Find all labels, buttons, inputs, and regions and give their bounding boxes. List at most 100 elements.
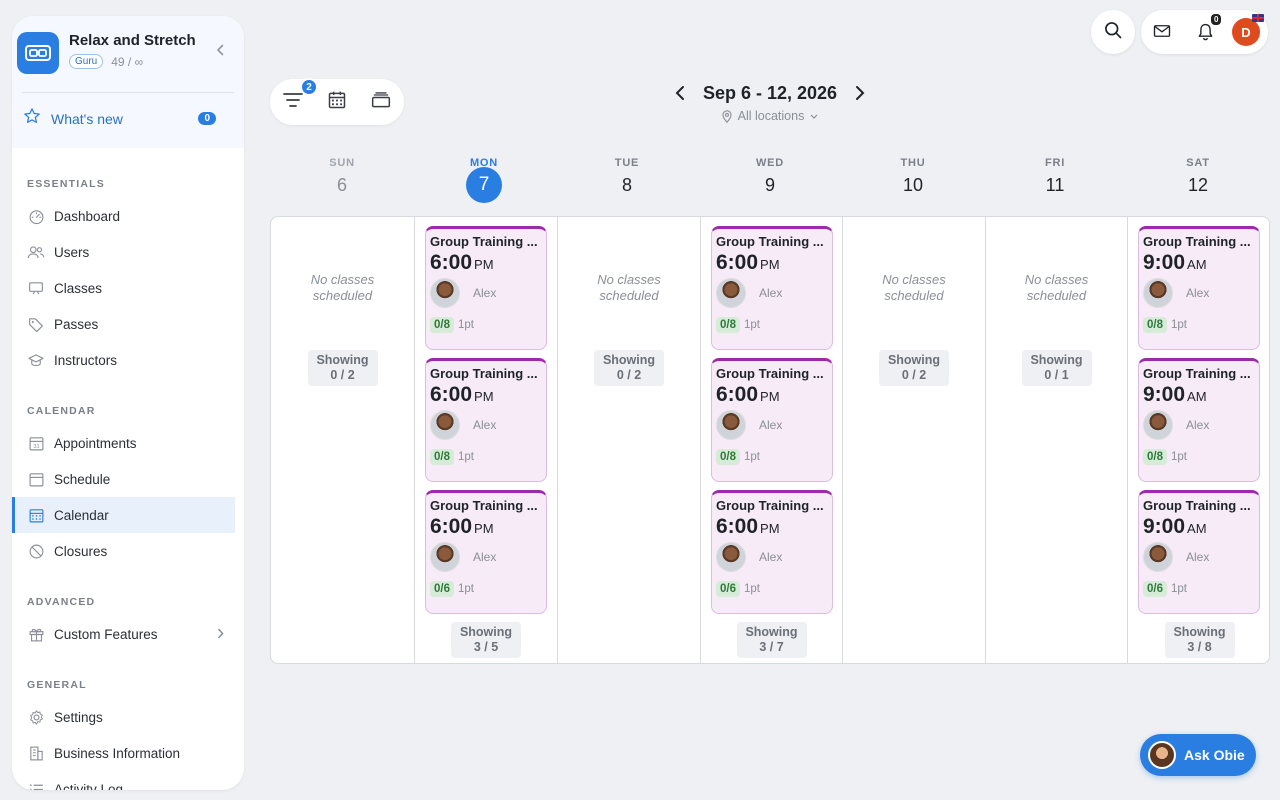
today-day-number[interactable]: 7 [466, 167, 502, 203]
sidebar-item-business-information[interactable]: Business Information [12, 735, 244, 771]
location-filter-dropdown[interactable]: All locations [700, 109, 840, 123]
instructor-avatar [716, 278, 746, 308]
class-card[interactable]: Group Training ... 6:00 PM Alex 0/6 1pt [425, 490, 547, 614]
stack-view-button[interactable] [370, 91, 392, 113]
sidebar-item-settings[interactable]: Settings [12, 699, 244, 735]
day-header-thu: THU 10 [842, 157, 984, 209]
showing-count: 3 / 7 [759, 640, 784, 654]
day-number: 8 [621, 175, 632, 195]
bell-icon[interactable] [1197, 22, 1214, 46]
class-card[interactable]: Group Training ... 6:00 PM Alex 0/8 1pt [425, 358, 547, 482]
class-title: Group Training ... [1143, 366, 1251, 381]
instructor-name: Alex [1186, 286, 1210, 300]
showing-count: 0 / 2 [330, 368, 355, 382]
brand: Relax and Stretch Guru 49 / ∞ [17, 32, 230, 74]
chevron-right-icon [217, 627, 224, 642]
instructor-icon [27, 351, 45, 369]
sidebar-item-dashboard[interactable]: Dashboard [12, 198, 244, 234]
showing-count-button[interactable]: Showing 0 / 1 [1021, 350, 1092, 386]
day-column-thu: No classes scheduled Showing 0 / 2 [842, 217, 985, 663]
day-number: 12 [1187, 175, 1209, 195]
whats-new-link[interactable]: What's new 0 [17, 93, 230, 130]
section-title-essentials: ESSENTIALS [27, 178, 105, 190]
search-button[interactable] [1091, 10, 1135, 54]
showing-count-button[interactable]: Showing 0 / 2 [594, 350, 664, 386]
user-toolbar: 0 D [1141, 10, 1268, 54]
capacity-badge: 0/8 [430, 317, 454, 333]
sidebar-item-label: Business Information [54, 745, 181, 761]
sidebar-item-closures[interactable]: Closures [12, 533, 244, 569]
no-classes-text: No classes scheduled [1024, 272, 1089, 303]
sidebar-item-calendar[interactable]: Calendar [12, 497, 235, 533]
filter-button[interactable] [282, 91, 304, 113]
class-card[interactable]: Group Training ... 6:00 PM Alex 0/8 1pt [711, 358, 833, 482]
capacity-badge: 0/8 [716, 449, 740, 465]
ask-obie-label: Ask Obie [1184, 747, 1245, 763]
brand-logo-icon[interactable] [17, 32, 59, 74]
sidebar-item-users[interactable]: Users [12, 234, 244, 270]
class-card[interactable]: Group Training ... 6:00 PM Alex 0/8 1pt [711, 226, 833, 350]
capacity-badge: 0/6 [1143, 581, 1167, 597]
mail-icon[interactable] [1153, 23, 1171, 44]
sidebar-item-schedule[interactable]: Schedule [12, 461, 244, 497]
sidebar-item-classes[interactable]: Classes [12, 270, 244, 306]
points-label: 1pt [458, 451, 474, 463]
search-icon [1103, 20, 1123, 45]
sidebar-item-appointments[interactable]: 31 Appointments [12, 425, 244, 461]
instructor-avatar [1143, 542, 1173, 572]
week-grid: No classes scheduled Showing 0 / 2 Group … [270, 216, 1270, 664]
uk-flag-icon[interactable] [1252, 14, 1264, 22]
class-card[interactable]: Group Training ... 9:00 AM Alex 0/8 1pt [1138, 226, 1260, 350]
instructor-avatar [1143, 410, 1173, 440]
instructor-name: Alex [759, 550, 783, 564]
ask-obie-button[interactable]: Ask Obie [1140, 734, 1256, 776]
showing-count-button[interactable]: Showing 3 / 8 [1164, 622, 1235, 658]
sidebar-item-label: Activity Log [54, 781, 124, 791]
instructor-avatar [430, 278, 460, 308]
showing-count-button[interactable]: Showing 0 / 2 [879, 350, 949, 386]
instructor-name: Alex [1186, 550, 1210, 564]
sidebar-item-label: Instructors [54, 352, 118, 368]
no-classes-text: No classes scheduled [597, 272, 661, 303]
class-title: Group Training ... [430, 498, 538, 513]
points-label: 1pt [1171, 319, 1187, 331]
class-card[interactable]: Group Training ... 9:00 AM Alex 0/6 1pt [1138, 490, 1260, 614]
class-card[interactable]: Group Training ... 6:00 PM Alex 0/8 1pt [425, 226, 547, 350]
showing-count-button[interactable]: Showing 3 / 7 [736, 622, 807, 658]
showing-count-button[interactable]: Showing 0 / 2 [307, 350, 378, 386]
day-header-fri: FRI 11 [984, 157, 1126, 209]
sidebar-item-activity-log[interactable]: Activity Log [12, 771, 244, 790]
day-number: 9 [764, 175, 775, 195]
day-number: 11 [1045, 175, 1065, 195]
no-classes-text: No classes scheduled [310, 272, 375, 303]
class-card[interactable]: Group Training ... 6:00 PM Alex 0/6 1pt [711, 490, 833, 614]
previous-week-button[interactable] [670, 82, 690, 104]
calendar-view-button[interactable] [326, 91, 348, 113]
sidebar-item-label: Settings [54, 709, 103, 725]
day-name: SUN [329, 157, 355, 169]
class-ampm: AM [1187, 389, 1207, 404]
whats-new-label: What's new [51, 110, 123, 127]
sidebar-item-instructors[interactable]: Instructors [12, 342, 244, 378]
sidebar-item-label: Passes [54, 316, 99, 332]
building-icon [27, 744, 45, 762]
showing-label: Showing [745, 625, 798, 639]
instructor-name: Alex [473, 418, 497, 432]
instructor-name: Alex [759, 286, 783, 300]
sidebar: Relax and Stretch Guru 49 / ∞ What's new… [12, 16, 244, 790]
showing-count-button[interactable]: Showing 3 / 5 [451, 622, 521, 658]
capacity-badge: 0/8 [1143, 449, 1167, 465]
day-column-wed: Group Training ... 6:00 PM Alex 0/8 1pt Gr… [700, 217, 842, 663]
user-avatar[interactable]: D [1232, 18, 1260, 46]
collapse-sidebar-button[interactable] [210, 40, 230, 60]
gift-icon [27, 625, 45, 643]
sidebar-item-passes[interactable]: Passes [12, 306, 244, 342]
obie-avatar [1148, 741, 1176, 769]
next-week-button[interactable] [850, 82, 870, 104]
star-icon [23, 107, 41, 130]
class-card[interactable]: Group Training ... 9:00 AM Alex 0/8 1pt [1138, 358, 1260, 482]
sidebar-item-custom-features[interactable]: Custom Features [12, 616, 244, 652]
day-column-tue: No classes scheduled Showing 0 / 2 [557, 217, 700, 663]
sidebar-header: Relax and Stretch Guru 49 / ∞ What's new… [12, 16, 244, 148]
showing-label: Showing [316, 353, 369, 367]
